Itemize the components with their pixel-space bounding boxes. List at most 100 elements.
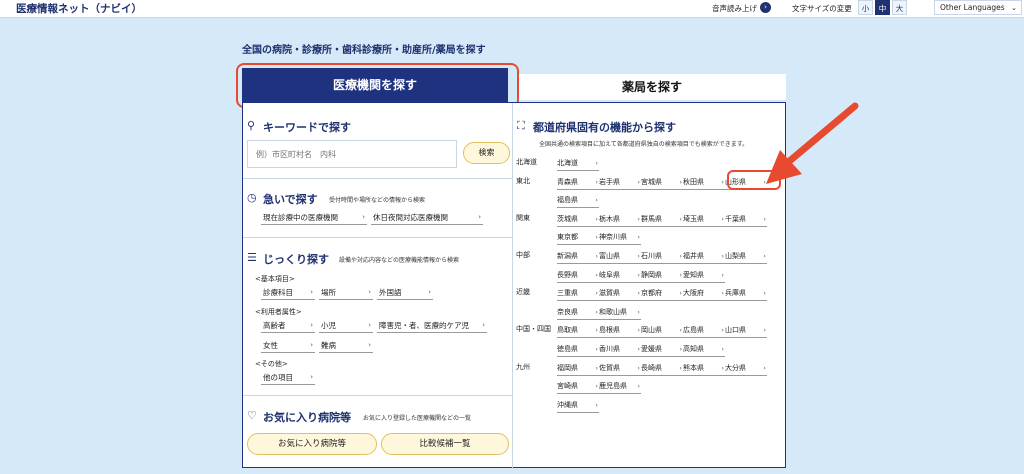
prefecture-link[interactable]: 石川県 › <box>641 250 683 264</box>
prefecture-link[interactable]: 兵庫県 › <box>725 287 767 302</box>
prefecture-link[interactable]: 静岡県 › <box>641 269 683 283</box>
prefecture-link[interactable]: 茨城県 › <box>557 213 599 227</box>
prefecture-label: 群馬県 <box>641 214 662 223</box>
prefecture-label: 徳島県 <box>557 345 578 353</box>
prefecture-link[interactable]: 愛媛県 › <box>641 343 683 357</box>
prefecture-link[interactable]: 鹿児島県 › <box>599 380 641 395</box>
prefecture-link[interactable]: 宮城県 › <box>641 176 683 190</box>
prefecture-link[interactable]: 福井県 › <box>683 250 725 264</box>
prefecture-link[interactable]: 宮崎県 › <box>557 380 599 395</box>
chevron-right-icon: › <box>763 214 766 223</box>
link-children[interactable]: 小児 › <box>319 319 373 333</box>
prefecture-link[interactable]: 岐阜県 › <box>599 269 641 283</box>
prefecture-link[interactable]: 鳥取県 › <box>557 324 599 339</box>
prefecture-link[interactable]: 新潟県 › <box>557 250 599 264</box>
chevron-right-icon: › <box>763 363 766 372</box>
voice-play-icon[interactable]: › <box>760 2 771 13</box>
chevron-right-icon: › <box>721 363 724 372</box>
prefecture-link[interactable]: 千葉県 › <box>725 213 767 227</box>
prefecture-link[interactable]: 東京都 › <box>557 231 599 246</box>
prefecture-link[interactable]: 秋田県 › <box>683 176 725 190</box>
prefecture-link[interactable]: 青森県 › <box>557 176 599 190</box>
prefecture-link[interactable]: 京都府 › <box>641 287 683 302</box>
compare-list-button[interactable]: 比較候補一覧 <box>381 433 509 455</box>
link-disabled-care[interactable]: 障害児・者、医療的ケア児 › <box>377 319 487 333</box>
link-holiday-night[interactable]: 休日夜間対応医療機関 › <box>371 211 483 225</box>
font-size-medium-button[interactable]: 中 <box>875 0 890 15</box>
prefecture-link[interactable]: 熊本県 › <box>683 362 725 376</box>
link-intractable-disease[interactable]: 難病 › <box>319 339 373 353</box>
prefecture-link[interactable]: 埼玉県 › <box>683 213 725 227</box>
prefecture-label: 長野県 <box>557 270 578 279</box>
chevron-right-icon: › <box>679 345 682 353</box>
link-label: 休日夜間対応医療機関 <box>373 213 448 222</box>
link-elderly[interactable]: 高齢者 › <box>261 319 315 333</box>
prefecture-link[interactable]: 滋賀県 › <box>599 287 641 302</box>
tab-pharmacies[interactable]: 薬局を探す <box>518 74 786 100</box>
link-foreign-language[interactable]: 外国語 › <box>377 286 433 300</box>
link-department[interactable]: 診療科目 › <box>261 286 315 300</box>
prefecture-link[interactable]: 神奈川県 › <box>599 231 641 246</box>
font-size-large-button[interactable]: 大 <box>892 0 907 15</box>
prefecture-label: 宮崎県 <box>557 382 578 391</box>
prefecture-link[interactable]: 和歌山県 › <box>599 306 641 320</box>
link-label: 他の項目 <box>263 373 293 382</box>
prefecture-link[interactable]: 沖縄県 › <box>557 399 599 413</box>
language-select[interactable]: Other Languages ⌄ <box>934 0 1022 15</box>
search-input[interactable] <box>247 140 457 168</box>
prefecture-link[interactable]: 広島県 › <box>683 324 725 339</box>
prefecture-link[interactable]: 大阪府 › <box>683 287 725 302</box>
prefecture-link[interactable]: 長崎県 › <box>641 362 683 376</box>
chevron-right-icon: › <box>721 214 724 223</box>
prefecture-link[interactable]: 岡山県 › <box>641 324 683 339</box>
prefecture-link[interactable]: 山梨県 › <box>725 250 767 264</box>
prefecture-label: 広島県 <box>683 326 704 335</box>
prefecture-link[interactable]: 愛知県 › <box>683 269 725 283</box>
prefecture-link[interactable]: 福島県 › <box>557 194 599 209</box>
prefecture-link[interactable]: 北海道 › <box>557 157 599 171</box>
prefecture-link[interactable]: 徳島県 › <box>557 343 599 357</box>
prefecture-link[interactable]: 香川県 › <box>599 343 641 357</box>
chevron-right-icon: › <box>637 289 640 298</box>
prefecture-label: 大分県 <box>725 363 746 372</box>
prefecture-link[interactable]: 奈良県 › <box>557 306 599 320</box>
prefecture-link[interactable]: 三重県 › <box>557 287 599 302</box>
chevron-right-icon: › <box>721 326 724 335</box>
prefecture-link[interactable]: 群馬県 › <box>641 213 683 227</box>
prefecture-link[interactable]: 栃木県 › <box>599 213 641 227</box>
chevron-right-icon: › <box>721 270 724 279</box>
prefecture-link[interactable]: 福岡県 › <box>557 362 599 376</box>
prefecture-link[interactable]: 大分県 › <box>725 362 767 376</box>
font-size-small-button[interactable]: 小 <box>858 0 873 15</box>
region-label: 中国・四国 <box>516 325 551 334</box>
chevron-right-icon: › <box>679 214 682 223</box>
site-title[interactable]: 医療情報ネット（ナビイ） <box>16 1 142 16</box>
prefecture-link[interactable]: 富山県 › <box>599 250 641 264</box>
link-location[interactable]: 場所 › <box>319 286 373 300</box>
prefecture-link[interactable]: 山口県 › <box>725 324 767 339</box>
left-column: ⚲ キーワードで探す 検索 ◷ 急いで探す 受付時間や場所などの情報から検索 現… <box>243 103 513 469</box>
favorites-button[interactable]: お気に入り病院等 <box>247 433 377 455</box>
chevron-right-icon: › <box>721 289 724 298</box>
search-button[interactable]: 検索 <box>463 142 510 164</box>
chevron-right-icon: › <box>637 307 640 316</box>
link-label: 場所 <box>321 288 336 297</box>
prefecture-label: 滋賀県 <box>599 289 620 298</box>
link-other-items[interactable]: 他の項目 › <box>261 371 315 385</box>
prefecture-link[interactable]: 高知県 › <box>683 343 725 357</box>
region-label: 関東 <box>516 213 530 222</box>
prefecture-label: 愛知県 <box>683 270 704 279</box>
link-open-now[interactable]: 現在診療中の医療機関 › <box>261 211 367 225</box>
prefecture-label: 京都府 <box>641 289 662 298</box>
chevron-right-icon: › <box>637 252 640 260</box>
chevron-right-icon: › <box>763 326 766 335</box>
voice-label[interactable]: 音声読み上げ <box>712 3 757 14</box>
prefecture-link[interactable]: 岩手県 › <box>599 176 641 190</box>
chevron-right-icon: › <box>679 363 682 372</box>
prefecture-link[interactable]: 長野県 › <box>557 269 599 283</box>
link-women[interactable]: 女性 › <box>261 339 315 353</box>
chevron-down-icon: ⌄ <box>1011 4 1017 12</box>
prefecture-link[interactable]: 島根県 › <box>599 324 641 339</box>
prefecture-link[interactable]: 佐賀県 › <box>599 362 641 376</box>
prefecture-label: 東京都 <box>557 233 578 242</box>
